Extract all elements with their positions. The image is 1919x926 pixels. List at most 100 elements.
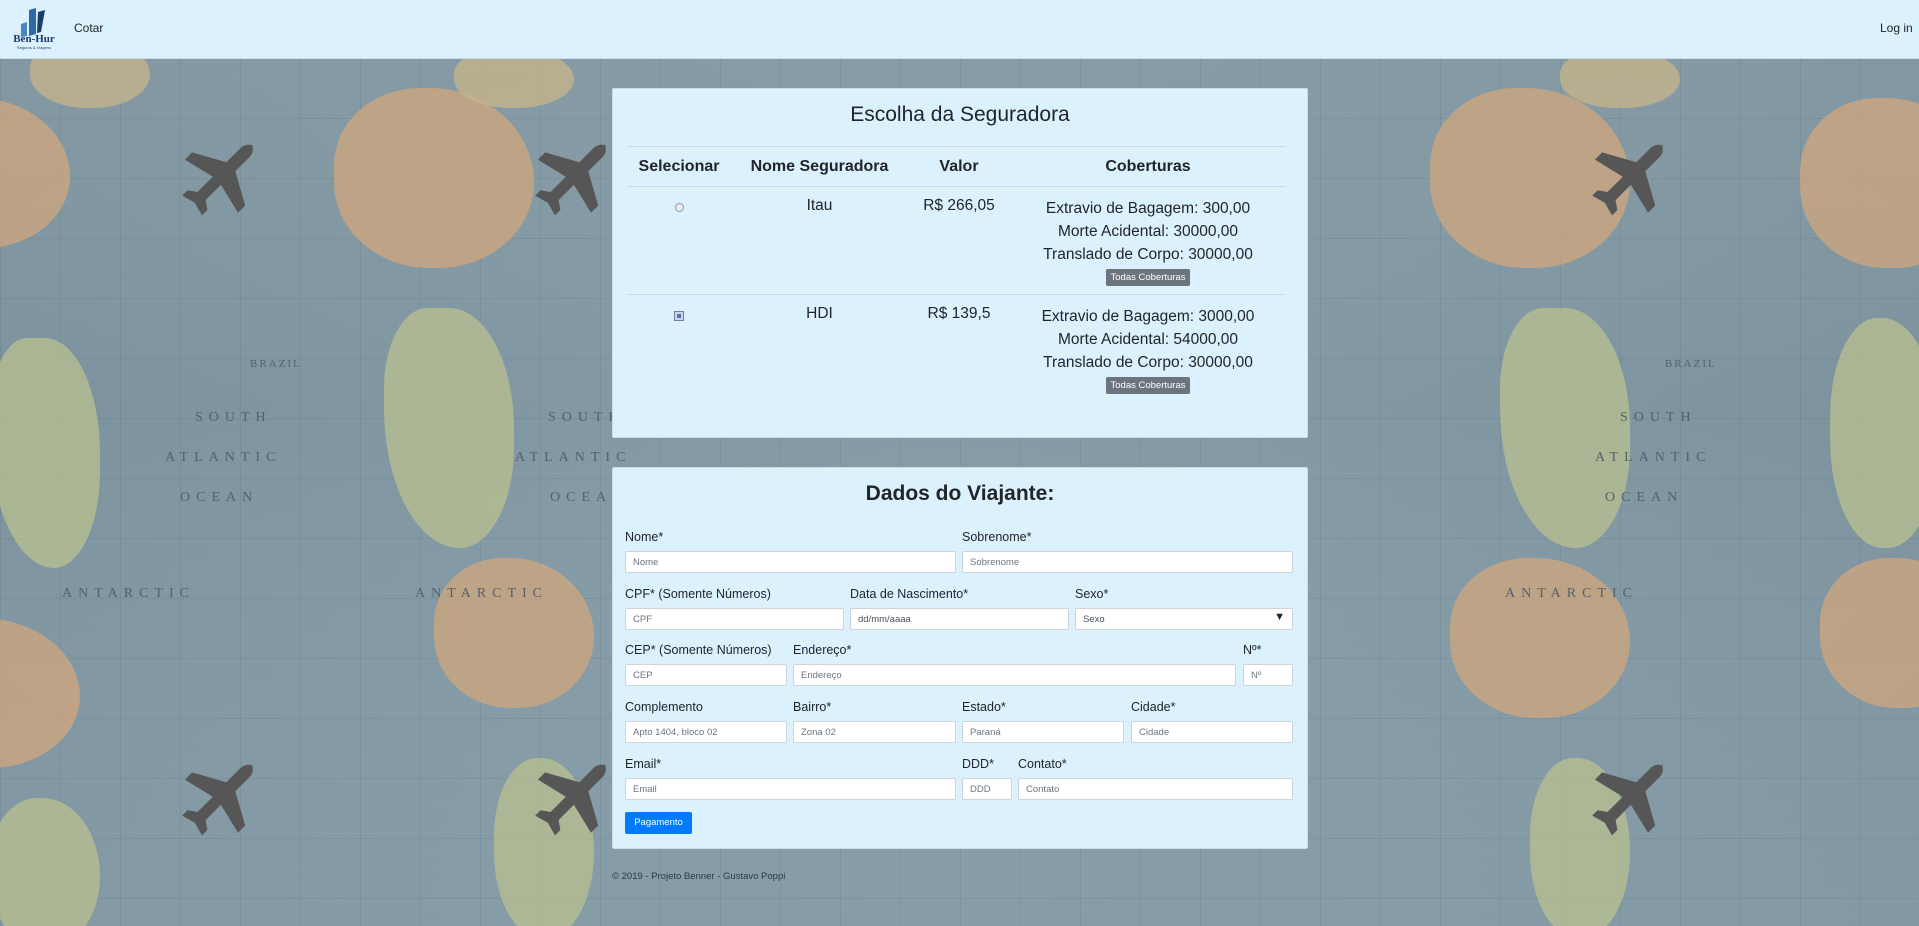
nav-link-cotar[interactable]: Cotar — [74, 21, 103, 35]
map-label: ATLANTIC — [1595, 450, 1712, 465]
label-sobrenome: Sobrenome* — [962, 530, 1032, 544]
south-america-land — [384, 308, 514, 548]
north-america-land — [0, 98, 70, 248]
traveler-data-card: Dados do Viajante: Nome* Nome Sobrenome*… — [612, 467, 1308, 849]
label-bairro: Bairro* — [793, 700, 832, 714]
cep-input[interactable]: CEP — [625, 664, 787, 686]
map-label: BRAZIL — [250, 358, 302, 370]
south-america-land — [1500, 308, 1630, 548]
north-america-land — [0, 618, 80, 768]
select-cell — [627, 186, 731, 295]
coverage-item: Extravio de Bagagem: 300,00 — [1045, 200, 1251, 217]
airplane-icon — [535, 763, 608, 836]
column-header: Nome Seguradora — [731, 146, 908, 187]
label-numero: Nº* — [1243, 643, 1262, 657]
map-label: ANTARCTIC — [415, 586, 548, 601]
table-row: HDI R$ 139,5 Extravio de Bagagem: 3000,0… — [627, 294, 1286, 403]
greenland-land — [1560, 58, 1680, 108]
insurer-selection-card: Escolha da Seguradora Selecionar Nome Se… — [612, 88, 1308, 438]
estado-input[interactable]: Paraná — [962, 721, 1124, 743]
map-label: ATLANTIC — [515, 450, 632, 465]
nav-link-login[interactable]: Log in — [1880, 21, 1913, 35]
insurer-value: R$ 266,05 — [908, 186, 1010, 295]
footer-text: © 2019 - Projeto Benner - Gustavo Poppi — [612, 871, 786, 882]
sexo-selected-value: Sexo — [1083, 614, 1105, 625]
map-label: ANTARCTIC — [62, 586, 195, 601]
insurer-table: Selecionar Nome Seguradora Valor Cobertu… — [627, 146, 1286, 403]
label-email: Email* — [625, 757, 662, 771]
south-america-land — [0, 798, 100, 926]
label-endereco: Endereço* — [793, 643, 852, 657]
coverages-cell: Extravio de Bagagem: 300,00 Morte Aciden… — [1010, 186, 1286, 295]
map-label: SOUTH — [1620, 410, 1697, 425]
contato-input[interactable]: Contato — [1018, 778, 1293, 800]
map-tile — [0, 618, 184, 926]
map-label: BRAZIL — [1665, 358, 1717, 370]
logo-text: Ben-Hur — [13, 33, 55, 45]
airplane-icon — [1592, 763, 1665, 836]
north-america-land — [1450, 558, 1630, 718]
card-title: Escolha da Seguradora — [850, 103, 1070, 126]
label-data-nascimento: Data de Nascimento* — [850, 587, 969, 601]
cpf-input[interactable]: CPF — [625, 608, 844, 630]
north-america-land — [1820, 558, 1919, 708]
top-navbar: Ben-Hur Seguros & Viagens Cotar Log in — [0, 0, 1919, 59]
insurer-value: R$ 139,5 — [908, 294, 1010, 403]
column-header: Coberturas — [1010, 146, 1286, 187]
column-header: Selecionar — [627, 146, 731, 187]
complemento-input[interactable]: Apto 1404, bloco 02 — [625, 721, 787, 743]
label-sexo: Sexo* — [1075, 587, 1109, 601]
table-row: Itau R$ 266,05 Extravio de Bagagem: 300,… — [627, 186, 1286, 295]
airplane-icon — [182, 143, 255, 216]
map-label: OCEAN — [1605, 490, 1684, 505]
label-estado: Estado* — [962, 700, 1006, 714]
south-america-land — [1830, 318, 1919, 548]
north-america-land — [334, 88, 534, 268]
all-coverages-button[interactable]: Todas Coberturas — [1105, 377, 1191, 394]
sexo-select[interactable]: Sexo ▼ — [1075, 608, 1293, 630]
card-title: Dados do Viajante: — [865, 482, 1055, 505]
map-label: ATLANTIC — [165, 450, 282, 465]
airplane-icon — [535, 143, 608, 216]
select-cell — [627, 294, 731, 403]
coverage-item: Translado de Corpo: 30000,00 — [1043, 354, 1253, 371]
all-coverages-button[interactable]: Todas Coberturas — [1105, 269, 1191, 286]
greenland-land — [30, 58, 150, 108]
sobrenome-input[interactable]: Sobrenome — [962, 551, 1293, 573]
select-checkbox-hdi[interactable] — [674, 311, 684, 321]
label-cpf: CPF* (Somente Números) — [625, 587, 771, 601]
dropdown-arrow-icon: ▼ — [1274, 611, 1285, 623]
south-america-land — [0, 338, 100, 568]
label-nome: Nome* — [625, 530, 664, 544]
map-label: OCEAN — [180, 490, 259, 505]
coverage-item: Translado de Corpo: 30000,00 — [1043, 246, 1253, 263]
column-header: Valor — [908, 146, 1010, 187]
email-input[interactable]: Email — [625, 778, 956, 800]
airplane-icon — [1592, 143, 1665, 216]
data-nascimento-input[interactable]: dd/mm/aaaa — [850, 608, 1069, 630]
north-america-land — [1800, 98, 1919, 268]
endereco-input[interactable]: Endereço — [793, 664, 1236, 686]
label-ddd: DDD* — [962, 757, 994, 771]
bairro-input[interactable]: Zona 02 — [793, 721, 956, 743]
coverage-item: Morte Acidental: 54000,00 — [1057, 331, 1239, 348]
map-tile — [1390, 58, 1744, 926]
map-label: ANTARCTIC — [1505, 586, 1638, 601]
map-label: SOUTH — [195, 410, 272, 425]
pagamento-button[interactable]: Pagamento — [625, 812, 692, 834]
airplane-icon — [182, 763, 255, 836]
select-radio-itau[interactable] — [674, 203, 684, 212]
label-cep: CEP* (Somente Números) — [625, 643, 772, 657]
cidade-input[interactable]: Cidade — [1131, 721, 1293, 743]
nome-input[interactable]: Nome — [625, 551, 956, 573]
map-tile — [1740, 58, 1919, 926]
label-complemento: Complemento — [625, 700, 703, 714]
logo-subtitle: Seguros & Viagens — [16, 45, 52, 50]
numero-input[interactable]: Nº — [1243, 664, 1293, 686]
coverage-item: Extravio de Bagagem: 3000,00 — [1041, 308, 1255, 325]
table-header-row: Selecionar Nome Seguradora Valor Cobertu… — [627, 146, 1286, 187]
coverages-cell: Extravio de Bagagem: 3000,00 Morte Acide… — [1010, 294, 1286, 403]
ddd-input[interactable]: DDD — [962, 778, 1012, 800]
label-cidade: Cidade* — [1131, 700, 1176, 714]
insurer-name: Itau — [731, 186, 908, 295]
